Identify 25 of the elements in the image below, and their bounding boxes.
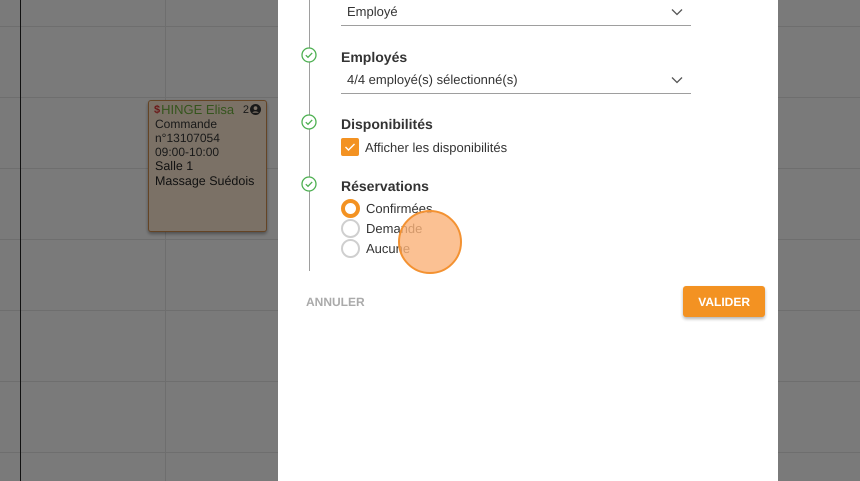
step-title: Employés <box>341 48 408 66</box>
user-icon <box>250 104 261 115</box>
appointment-detail: 09:00-10:00 <box>154 145 220 159</box>
client-name: HINGE Elisa <box>161 102 236 117</box>
chevron-down-icon <box>671 76 683 84</box>
appointment-card[interactable]: $HINGE Elisa 2 Commande n°13107054 09:00-10:00 Salle 1 Massage Suédois <box>148 100 267 232</box>
select-field[interactable]: 4/4 employé(s) sélectionné(s) <box>341 66 691 94</box>
select-field[interactable]: Employé <box>341 0 691 26</box>
step-title: Réservations <box>341 177 430 195</box>
radio-label: Confirmées <box>366 200 432 216</box>
room-name: Salle 1 <box>154 159 194 174</box>
payment-icon: $ <box>154 104 160 116</box>
checkbox[interactable] <box>341 138 359 156</box>
check-icon <box>344 142 356 152</box>
appointment-detail: Commande <box>154 117 218 131</box>
participant-count: 2 <box>242 104 249 116</box>
checkbox-label: Afficher les disponibilités <box>365 140 508 154</box>
service-name: Massage Suédois <box>154 174 256 189</box>
radio-button[interactable] <box>341 198 360 218</box>
radio-button[interactable] <box>341 218 360 238</box>
radio-button[interactable] <box>341 238 360 258</box>
step-title: Disponibilités <box>341 115 434 133</box>
chevron-down-icon <box>671 8 683 16</box>
appointment-detail: n°13107054 <box>154 131 221 145</box>
checkbox-option[interactable]: Afficher les disponibilités <box>341 137 765 157</box>
